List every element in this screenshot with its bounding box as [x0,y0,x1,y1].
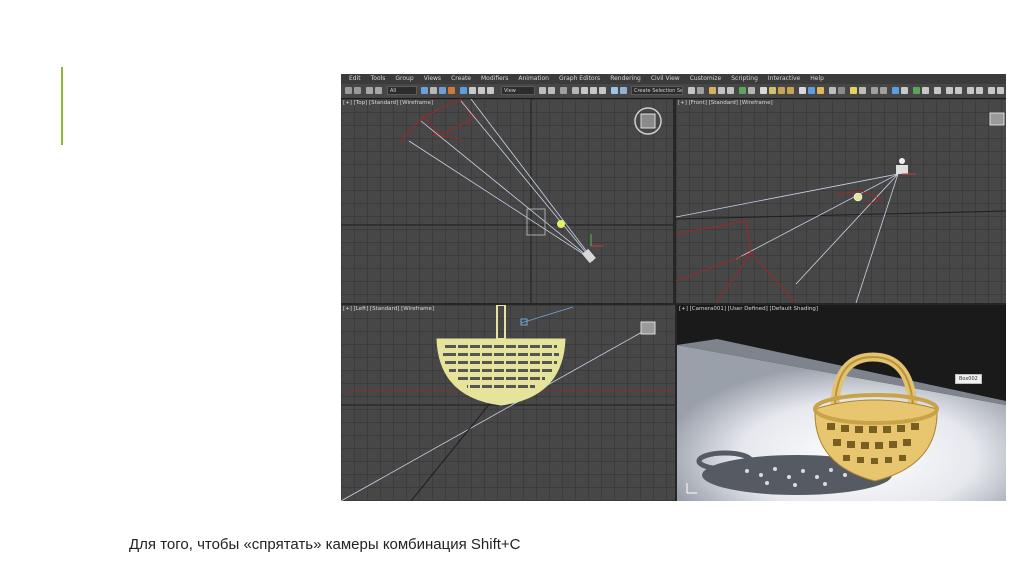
rect-selection-icon[interactable] [439,87,446,94]
viewcube-icon [989,112,1005,126]
keyboard-shortcut-icon[interactable] [560,87,567,94]
menu-item-create[interactable]: Create [446,74,476,84]
curve-editor-icon[interactable] [739,87,746,94]
viewport-top-label[interactable]: [+] [Top] [Standard] [Wireframe] [343,100,433,106]
camera-view-lines [676,173,899,303]
menu-item-animation[interactable]: Animation [513,74,554,84]
viewport-front-scene [676,112,1006,303]
menu-item-graph-editors[interactable]: Graph Editors [554,74,605,84]
viewport-camera-label[interactable]: [+] [Camera001] [User Defined] [Default … [679,306,818,312]
camera-frustum-red [676,190,883,303]
reference-coord-dropdown[interactable]: View [501,86,535,95]
motion-icon[interactable] [967,87,974,94]
slide-accent-bar [61,67,63,145]
window-crossing-icon[interactable] [448,87,455,94]
viewport-left-scene [341,305,675,501]
named-selection-dropdown[interactable]: Create Selection Se [631,86,683,95]
align-icon[interactable] [697,87,704,94]
viewport-top-scene [341,99,673,303]
viewport-camera[interactable]: [+] [Camera001] [User Defined] [Default … [677,305,1006,501]
rendered-frame-icon[interactable] [778,87,785,94]
render-setup-icon[interactable] [769,87,776,94]
helper-icon[interactable] [892,87,899,94]
select-icon[interactable] [421,87,428,94]
viewport-left[interactable]: [+] [Left] [Standard] [Wireframe] [341,305,675,501]
viewport-left-label[interactable]: [+] [Left] [Standard] [Wireframe] [343,306,434,312]
menu-item-group[interactable]: Group [390,74,418,84]
camera-view-lines [408,99,594,262]
link-icon[interactable] [366,87,373,94]
graphite-ribbon-icon[interactable] [727,87,734,94]
viewport-top[interactable]: [+] [Top] [Standard] [Wireframe] [341,99,673,303]
extra-tool-icon[interactable] [997,87,1004,94]
modify-icon[interactable] [946,87,953,94]
systems-icon[interactable] [913,87,920,94]
menu-item-views[interactable]: Views [419,74,446,84]
schematic-view-icon[interactable] [748,87,755,94]
percent-snap-icon[interactable] [590,87,597,94]
slide-caption: Для того, чтобы «спрятать» камеры комбин… [129,536,521,553]
shape-icon[interactable] [922,87,929,94]
select-by-name-icon[interactable] [430,87,437,94]
basket-preview [853,192,863,202]
sphere-icon[interactable] [880,87,887,94]
light-icon[interactable] [850,87,857,94]
angle-snap-icon[interactable] [581,87,588,94]
edit-named-selection-icon[interactable] [611,87,618,94]
place-icon[interactable] [487,87,494,94]
object-tooltip: Box002 [955,374,982,384]
render-production-icon[interactable] [787,87,794,94]
layer-icon[interactable] [709,87,716,94]
target-box [526,208,546,236]
menu-item-rendering[interactable]: Rendering [605,74,646,84]
material-editor-icon[interactable] [760,87,767,94]
rotate-icon[interactable] [469,87,476,94]
scale-icon[interactable] [478,87,485,94]
viewport-camera-scene [677,305,1006,501]
camera-gizmo [896,158,916,175]
unlink-icon[interactable] [375,87,382,94]
light-icon [640,321,656,335]
camera-icon[interactable] [859,87,866,94]
selection-filter-dropdown[interactable]: All [387,86,417,95]
rotate-transform-icon[interactable] [817,87,824,94]
pan-icon[interactable] [829,87,836,94]
orbit-icon[interactable] [838,87,845,94]
hierarchy-icon[interactable] [955,87,962,94]
max-app-window: Edit Tools Group Views Create Modifiers Animat… [341,74,1006,501]
menu-item-scripting[interactable]: Scripting [726,74,763,84]
snap-icon[interactable] [572,87,579,94]
menu-item-modifiers[interactable]: Modifiers [476,74,513,84]
select-manipulate-icon[interactable] [548,87,555,94]
menu-item-help[interactable]: Help [805,74,829,84]
menu-item-customize[interactable]: Customize [685,74,727,84]
spinner-snap-icon[interactable] [599,87,606,94]
display-icon[interactable] [976,87,983,94]
menu-item-civil-view[interactable]: Civil View [646,74,685,84]
scene-explorer-icon[interactable] [718,87,725,94]
menu-bar: Edit Tools Group Views Create Modifiers Animat… [341,74,1006,84]
move-icon[interactable] [460,87,467,94]
viewport-front[interactable]: [+] [Front] [Standard] [Wireframe] [676,99,1006,303]
utilities-icon[interactable] [988,87,995,94]
light-target [557,220,565,228]
menu-item-tools[interactable]: Tools [366,74,391,84]
menu-item-edit[interactable]: Edit [341,74,366,84]
geometry-icon[interactable] [934,87,941,94]
viewcube-icon [634,107,662,135]
main-toolbar: All View Create Selection Se [341,84,1006,99]
box-icon[interactable] [871,87,878,94]
menu-item-interactive[interactable]: Interactive [763,74,805,84]
redo-icon[interactable] [354,87,361,94]
camera-gizmo [582,234,603,264]
viewport-front-label[interactable]: [+] [Front] [Standard] [Wireframe] [678,100,773,106]
teapot-icon[interactable] [799,87,806,94]
undo-icon[interactable] [345,87,352,94]
pivot-icon[interactable] [539,87,546,94]
mirror-icon[interactable] [688,87,695,94]
named-selection-set-icon[interactable] [620,87,627,94]
space-warp-icon[interactable] [901,87,908,94]
move-transform-icon[interactable] [808,87,815,94]
